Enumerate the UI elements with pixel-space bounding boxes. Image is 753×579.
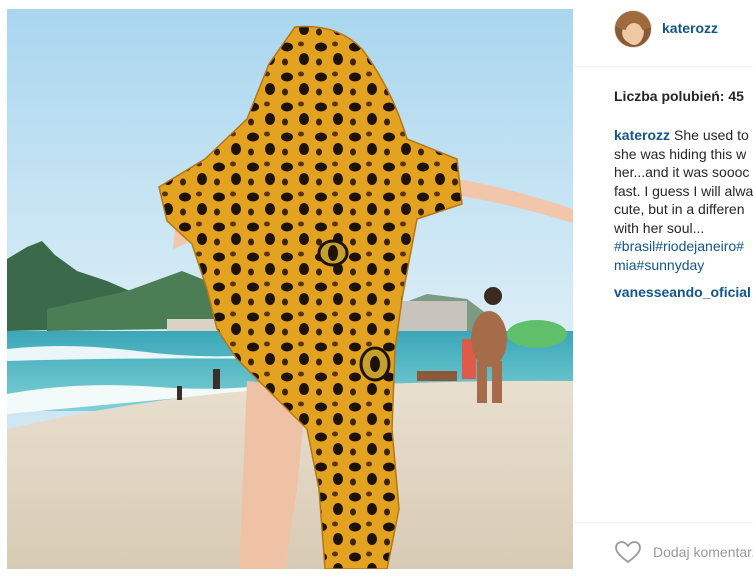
post-header: katerozz: [573, 0, 753, 62]
comment-line: she was hiding this w: [614, 145, 747, 162]
header-divider: [573, 66, 753, 67]
post-sidebar: katerozz Liczba polubień: 45 katerozz She…: [573, 0, 753, 579]
post-photo[interactable]: [7, 9, 573, 569]
hashtag-link[interactable]: #brasil#riodejaneiro#: [614, 237, 753, 256]
add-comment-input[interactable]: [653, 544, 753, 560]
comment-line: cute, but in a differen: [614, 201, 745, 217]
comment-caption: katerozz She used to she was hiding this …: [614, 126, 753, 274]
avatar[interactable]: [614, 10, 652, 48]
likes-count[interactable]: Liczba polubień: 45: [614, 88, 744, 104]
comment-line: with her soul...: [614, 219, 705, 236]
hashtag-link[interactable]: mia#sunnyday: [614, 256, 753, 275]
comment-line: her...and it was soooc: [614, 164, 750, 180]
comment-author-link[interactable]: vanesseando_oficial: [614, 284, 751, 300]
comment-line: katerozz She used to: [614, 127, 749, 143]
username-link[interactable]: katerozz: [662, 20, 718, 36]
beach-photo-image: [7, 9, 573, 569]
comments-list: katerozz She used to she was hiding this …: [614, 126, 753, 306]
heart-icon[interactable]: [614, 540, 642, 564]
comment-item: vanesseando_oficial: [614, 283, 753, 302]
comment-line: fast. I guess I will alwa: [614, 182, 753, 199]
comment-author-link[interactable]: katerozz: [614, 127, 670, 143]
actions-divider: [573, 522, 753, 523]
comment-actions: [614, 540, 753, 564]
